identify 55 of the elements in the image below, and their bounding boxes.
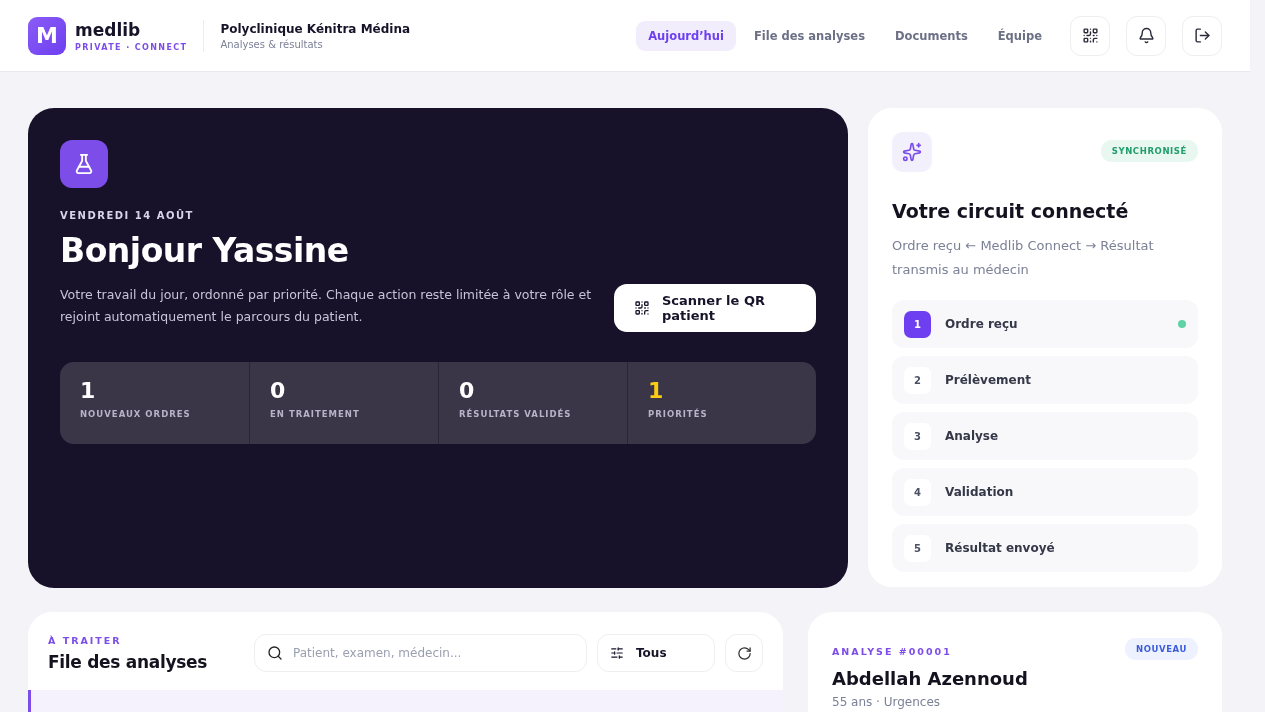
filter-button[interactable]: Tous bbox=[597, 634, 715, 672]
clinic-subtitle: Analyses & résultats bbox=[220, 38, 324, 50]
step-number: 3 bbox=[904, 422, 931, 450]
analysis-id: ANALYSE #00001 bbox=[832, 646, 952, 657]
qr-code-icon bbox=[1081, 27, 1099, 44]
scan-qr-button[interactable]: Scanner le QR patient bbox=[614, 284, 816, 332]
step-label: Résultat envoyé bbox=[945, 541, 1056, 555]
sliders-icon bbox=[610, 646, 624, 660]
step-number: 1 bbox=[904, 310, 931, 338]
refresh-button[interactable] bbox=[725, 634, 763, 672]
sparkles-icon bbox=[892, 132, 932, 172]
search-icon bbox=[267, 645, 283, 661]
step-label: Ordre reçu bbox=[945, 317, 1019, 331]
stat-value: 1 bbox=[80, 378, 97, 403]
bell-icon bbox=[1137, 27, 1155, 44]
search-field[interactable]: Patient, examen, médecin... bbox=[254, 634, 587, 672]
date-label: VENDREDI 14 AOÛT bbox=[60, 210, 195, 221]
step-number: 2 bbox=[904, 366, 931, 394]
intro-text: Votre travail du jour, ordonné par priorité. Chaque action reste limitée à votre rôle et rejoint automatiquement le parcours du patient. bbox=[60, 286, 593, 326]
brand-name: medlib bbox=[75, 19, 142, 40]
step-number: 4 bbox=[904, 478, 931, 506]
brand-tagline: PRIVATE · CONNECT bbox=[75, 42, 188, 52]
status-badge: NOUVEAU bbox=[1124, 638, 1198, 660]
logout-button[interactable] bbox=[1182, 15, 1222, 56]
patient-name: Abdellah Azennoud bbox=[832, 668, 1029, 689]
logout-icon bbox=[1193, 27, 1211, 44]
refresh-icon bbox=[736, 645, 752, 661]
nav-tab[interactable]: Documents bbox=[883, 20, 980, 51]
nav-tab[interactable]: Équipe bbox=[985, 20, 1054, 51]
qr-code-icon bbox=[634, 300, 650, 316]
clinic-name: Polyclinique Kénitra Médina bbox=[220, 21, 411, 36]
nav-tab[interactable]: File des analyses bbox=[741, 20, 877, 51]
stat-value: 0 bbox=[459, 378, 476, 403]
patient-details: 55 ans · Urgences bbox=[832, 695, 942, 709]
circuit-title: Votre circuit connecté bbox=[892, 200, 1130, 222]
step-label: Prélèvement bbox=[945, 373, 1032, 387]
sync-badge: SYNCHRONISÉ bbox=[1100, 140, 1198, 162]
stat-label: EN TRAITEMENT bbox=[270, 409, 361, 419]
qr-code-button[interactable] bbox=[1070, 15, 1110, 56]
step-label: Analyse bbox=[945, 429, 1000, 443]
step-label: Validation bbox=[945, 485, 1015, 499]
logo: M bbox=[28, 16, 66, 55]
stat-label: RÉSULTATS VALIDÉS bbox=[459, 409, 573, 419]
queue-title: File des analyses bbox=[48, 651, 209, 672]
notifications-button[interactable] bbox=[1126, 15, 1166, 56]
stat-value: 0 bbox=[270, 378, 287, 403]
stat-label: PRIORITÉS bbox=[648, 409, 709, 419]
stat-label: NOUVEAUX ORDRES bbox=[80, 409, 192, 419]
step-number: 5 bbox=[904, 534, 931, 562]
flask-icon bbox=[60, 140, 108, 188]
greeting: Bonjour Yassine bbox=[60, 231, 350, 270]
circuit-description: Ordre reçu ← Medlib Connect → Résultat transmis au médecin bbox=[892, 237, 1155, 279]
queue-eyebrow: À TRAITER bbox=[48, 634, 123, 646]
nav-tab[interactable]: Aujourd’hui bbox=[636, 20, 736, 51]
stat-value: 1 bbox=[648, 378, 665, 403]
